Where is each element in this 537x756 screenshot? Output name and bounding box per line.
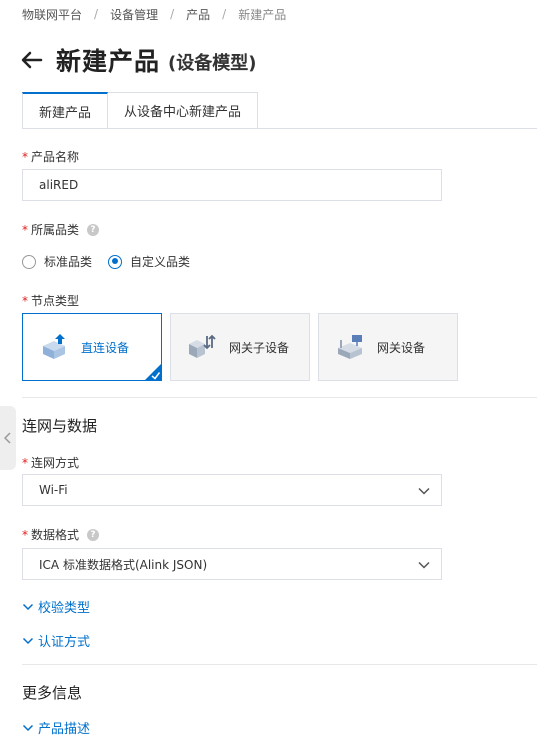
sidebar-collapse-handle[interactable]: [0, 406, 16, 470]
required-mark: *: [22, 527, 28, 542]
page-header: 新建产品 (设备模型): [20, 42, 256, 78]
node-type-card-gateway-sub[interactable]: 网关子设备: [170, 313, 310, 381]
verify-type-toggle[interactable]: 校验类型: [22, 597, 90, 616]
tab-from-device-center[interactable]: 从设备中心新建产品: [108, 92, 259, 129]
chevron-down-icon: [22, 637, 34, 644]
gateway-subdevice-icon: [189, 334, 216, 358]
chevron-down-icon: [22, 603, 34, 610]
category-label: * 所属品类 ?: [22, 221, 100, 238]
node-type-card-gateway[interactable]: 网关设备: [318, 313, 458, 381]
chevron-down-icon: [22, 724, 34, 731]
breadcrumb-separator: /: [170, 7, 175, 21]
connection-select[interactable]: Wi-Fi: [22, 474, 442, 506]
help-icon[interactable]: ?: [87, 528, 100, 541]
chevron-down-icon: [418, 561, 430, 569]
breadcrumb-separator: /: [222, 7, 227, 21]
gateway-device-icon: [338, 335, 362, 359]
breadcrumb-separator: /: [94, 7, 99, 21]
page-subtitle: (设备模型): [168, 53, 257, 74]
breadcrumb-item-product[interactable]: 产品: [186, 6, 210, 23]
radio-custom-category[interactable]: 自定义品类: [108, 253, 190, 270]
data-format-select[interactable]: ICA 标准数据格式(Alink JSON): [22, 548, 442, 580]
tab-new-product[interactable]: 新建产品: [22, 92, 109, 129]
node-type-cards: 直连设备 网关子设备 网关设备: [22, 313, 466, 381]
category-radio-group: 标准品类 自定义品类: [22, 253, 206, 270]
section-divider: [22, 397, 537, 398]
help-icon[interactable]: ?: [87, 223, 100, 236]
section-title-network: 连网与数据: [22, 417, 98, 435]
section-title-more-info: 更多信息: [22, 684, 83, 702]
node-type-card-direct[interactable]: 直连设备: [22, 313, 162, 381]
breadcrumb-item-device-mgmt[interactable]: 设备管理: [110, 6, 158, 23]
chevron-down-icon: [418, 487, 430, 495]
radio-circle-icon: [22, 254, 36, 269]
back-button[interactable]: [20, 48, 44, 72]
direct-device-icon: [43, 334, 65, 359]
section-divider: [22, 664, 537, 665]
arrow-left-icon: [21, 51, 43, 69]
product-name-input[interactable]: aliRED: [22, 169, 442, 201]
connection-label: * 连网方式: [22, 455, 80, 471]
chevron-left-icon: [4, 432, 11, 444]
required-mark: *: [22, 455, 28, 470]
data-format-label: * 数据格式 ?: [22, 526, 100, 543]
tab-bar: 新建产品 从设备中心新建产品: [22, 92, 259, 129]
radio-checked-icon: [108, 254, 123, 269]
product-name-label: * 产品名称: [22, 149, 80, 165]
tab-divider: [22, 128, 537, 129]
breadcrumb: 物联网平台 / 设备管理 / 产品 / 新建产品: [22, 6, 286, 22]
required-mark: *: [22, 222, 28, 237]
breadcrumb-item-current: 新建产品: [238, 7, 287, 22]
required-mark: *: [22, 293, 28, 308]
page-title: 新建产品: [56, 47, 161, 76]
product-desc-toggle[interactable]: 产品描述: [22, 718, 90, 737]
check-corner-icon: [144, 363, 162, 381]
auth-method-toggle[interactable]: 认证方式: [22, 631, 90, 650]
radio-standard-category[interactable]: 标准品类: [22, 253, 92, 270]
node-type-label: * 节点类型: [22, 293, 80, 309]
breadcrumb-item-iot[interactable]: 物联网平台: [22, 6, 82, 23]
required-mark: *: [22, 149, 28, 164]
